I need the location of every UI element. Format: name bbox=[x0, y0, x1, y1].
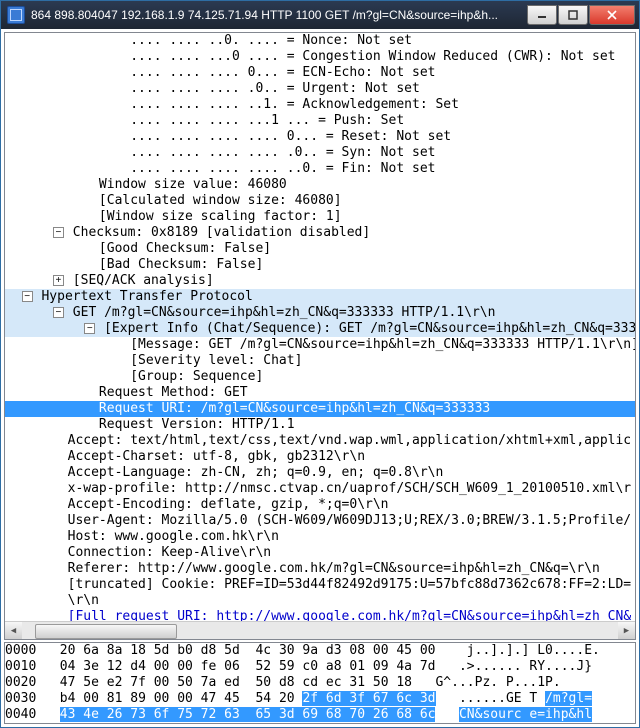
hex-row[interactable]: 0030 b4 00 81 89 00 00 47 45 54 20 2f 6d… bbox=[5, 691, 635, 707]
tree-row[interactable]: x-wap-profile: http://nmsc.ctvap.cn/uapr… bbox=[5, 481, 635, 497]
tree-row[interactable]: [truncated] Cookie: PREF=ID=53d44f82492d… bbox=[5, 577, 635, 593]
tree-row[interactable]: [Window size scaling factor: 1] bbox=[5, 209, 635, 225]
tree-toggle-icon[interactable]: + bbox=[53, 275, 64, 286]
titlebar[interactable]: 864 898.804047 192.168.1.9 74.125.71.94 … bbox=[1, 1, 639, 29]
tree-toggle-icon[interactable]: − bbox=[53, 307, 64, 318]
tree-row[interactable]: − GET /m?gl=CN&source=ihp&hl=zh_CN&q=333… bbox=[5, 305, 635, 321]
maximize-icon bbox=[568, 10, 578, 20]
tree-row[interactable]: [Full request URI: http://www.google.com… bbox=[5, 609, 635, 621]
packet-bytes-pane[interactable]: 0000 20 6a 8a 18 5d b0 d8 5d 4c 30 9a d3… bbox=[4, 642, 636, 724]
tree-row[interactable]: [Good Checksum: False] bbox=[5, 241, 635, 257]
tree-row[interactable]: − [Expert Info (Chat/Sequence): GET /m?g… bbox=[5, 321, 635, 337]
hex-row[interactable]: 0000 20 6a 8a 18 5d b0 d8 5d 4c 30 9a d3… bbox=[5, 643, 635, 659]
window-controls bbox=[527, 5, 639, 25]
window-title: 864 898.804047 192.168.1.9 74.125.71.94 … bbox=[31, 8, 527, 22]
tree-row[interactable]: Accept-Charset: utf-8, gbk, gb2312\r\n bbox=[5, 449, 635, 465]
tree-toggle-icon[interactable]: − bbox=[53, 227, 64, 238]
tree-row[interactable]: .... .... .... 0... = ECN-Echo: Not set bbox=[5, 65, 635, 81]
full-uri-link[interactable]: [Full request URI: http://www.google.com… bbox=[68, 609, 632, 621]
selected-tree-row[interactable]: Request URI: /m?gl=CN&source=ihp&hl=zh_C… bbox=[5, 401, 635, 417]
tree-row[interactable]: Accept-Language: zh-CN, zh; q=0.9, en; q… bbox=[5, 465, 635, 481]
tree-row[interactable]: + [SEQ/ACK analysis] bbox=[5, 273, 635, 289]
tree-row[interactable]: [Severity level: Chat] bbox=[5, 353, 635, 369]
tree-row[interactable]: Connection: Keep-Alive\r\n bbox=[5, 545, 635, 561]
tree-row[interactable]: Window size value: 46080 bbox=[5, 177, 635, 193]
tree-row[interactable]: [Message: GET /m?gl=CN&source=ihp&hl=zh_… bbox=[5, 337, 635, 353]
tree-row[interactable]: [Group: Sequence] bbox=[5, 369, 635, 385]
close-button[interactable] bbox=[589, 5, 635, 25]
tree-row[interactable]: .... .... .... .0.. = Urgent: Not set bbox=[5, 81, 635, 97]
tree-row[interactable]: [Calculated window size: 46080] bbox=[5, 193, 635, 209]
tree-row[interactable]: Referer: http://www.google.com.hk/m?gl=C… bbox=[5, 561, 635, 577]
scroll-left-icon[interactable]: ◀ bbox=[5, 622, 22, 639]
tree-row[interactable]: .... .... .... .... .0.. = Syn: Not set bbox=[5, 145, 635, 161]
details-tree[interactable]: .... .... ..0. .... = Nonce: Not set ...… bbox=[5, 33, 635, 621]
details-h-scroll[interactable]: ◀ ▶ bbox=[5, 621, 635, 639]
tree-row[interactable]: Host: www.google.com.hk\r\n bbox=[5, 529, 635, 545]
tree-row[interactable]: User-Agent: Mozilla/5.0 (SCH-W609/W609DJ… bbox=[5, 513, 635, 529]
hex-row[interactable]: 0040 43 4e 26 73 6f 75 72 63 65 3d 69 68… bbox=[5, 707, 635, 723]
tree-row[interactable]: .... .... ...0 .... = Congestion Window … bbox=[5, 49, 635, 65]
tree-row[interactable]: Request Version: HTTP/1.1 bbox=[5, 417, 635, 433]
scroll-h-thumb[interactable] bbox=[35, 624, 177, 639]
tree-toggle-icon[interactable]: − bbox=[84, 323, 95, 334]
tree-row[interactable]: [Bad Checksum: False] bbox=[5, 257, 635, 273]
app-icon bbox=[7, 6, 25, 24]
minimize-icon bbox=[537, 10, 547, 20]
minimize-button[interactable] bbox=[527, 5, 557, 25]
maximize-button[interactable] bbox=[558, 5, 588, 25]
app-window: 864 898.804047 192.168.1.9 74.125.71.94 … bbox=[0, 0, 640, 728]
content-area: .... .... ..0. .... = Nonce: Not set ...… bbox=[1, 29, 639, 727]
tree-row[interactable]: .... .... .... ..1. = Acknowledgement: S… bbox=[5, 97, 635, 113]
close-icon bbox=[607, 10, 617, 20]
tree-row[interactable]: .... .... .... ...1 ... = Push: Set bbox=[5, 113, 635, 129]
tree-row[interactable]: Accept-Encoding: deflate, gzip, *;q=0\r\… bbox=[5, 497, 635, 513]
hex-row[interactable]: 0020 47 5e e2 7f 00 50 7a ed 50 d8 cd ec… bbox=[5, 675, 635, 691]
tree-row[interactable]: .... .... .... .... 0... = Reset: Not se… bbox=[5, 129, 635, 145]
tree-row[interactable]: − Hypertext Transfer Protocol bbox=[5, 289, 635, 305]
hex-row[interactable]: 0010 04 3e 12 d4 00 00 fe 06 52 59 c0 a8… bbox=[5, 659, 635, 675]
tree-row[interactable]: \r\n bbox=[5, 593, 635, 609]
scroll-right-icon[interactable]: ▶ bbox=[618, 622, 635, 639]
tree-row[interactable]: .... .... ..0. .... = Nonce: Not set bbox=[5, 33, 635, 49]
tree-row[interactable]: − Checksum: 0x8189 [validation disabled] bbox=[5, 225, 635, 241]
packet-details-pane[interactable]: .... .... ..0. .... = Nonce: Not set ...… bbox=[4, 32, 636, 640]
tree-row[interactable]: Request Method: GET bbox=[5, 385, 635, 401]
tree-toggle-icon[interactable]: − bbox=[22, 291, 33, 302]
tree-row[interactable]: .... .... .... .... ..0. = Fin: Not set bbox=[5, 161, 635, 177]
tree-row[interactable]: Accept: text/html,text/css,text/vnd.wap.… bbox=[5, 433, 635, 449]
